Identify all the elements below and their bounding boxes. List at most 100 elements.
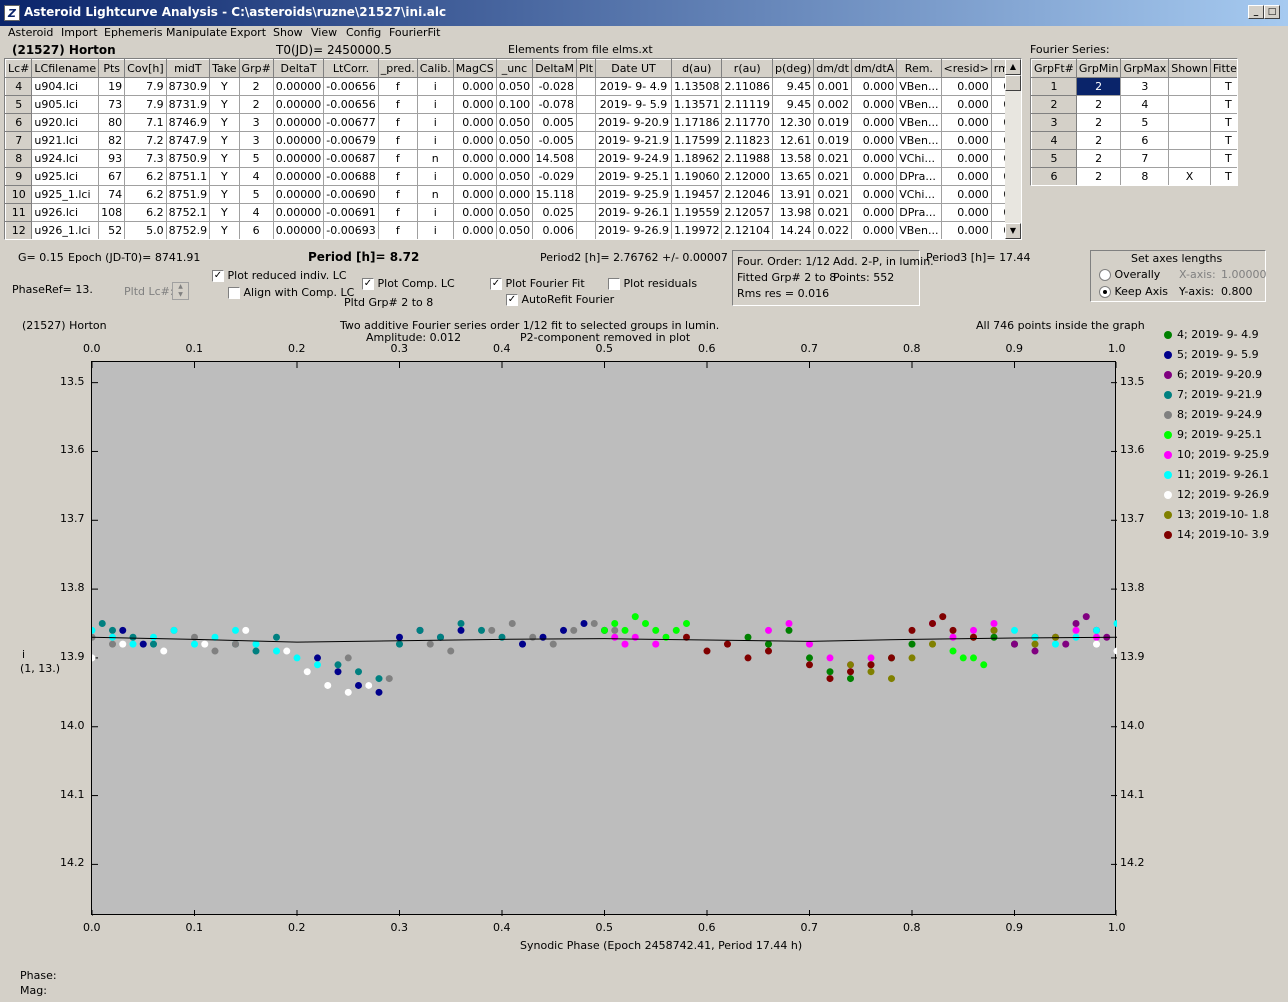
lc-cell[interactable]: i bbox=[416, 221, 454, 239]
lc-cell[interactable]: 0.000 bbox=[940, 131, 992, 150]
lc-cell[interactable]: 0.000 bbox=[940, 203, 992, 222]
lc-cell[interactable]: 7.9 bbox=[124, 77, 167, 96]
lc-col-header[interactable]: LCfilename bbox=[31, 59, 100, 78]
lc-cell[interactable]: 0.050 bbox=[495, 221, 534, 239]
fourier-cell[interactable]: T bbox=[1209, 131, 1237, 150]
lc-cell[interactable]: u925_1.lci bbox=[31, 185, 100, 204]
lc-cell[interactable]: 0.050 bbox=[495, 167, 534, 186]
lc-cell[interactable]: 0.000 bbox=[452, 95, 497, 114]
fourier-col-header[interactable]: GrpMin bbox=[1075, 59, 1122, 78]
lc-cell[interactable]: Y bbox=[209, 185, 240, 204]
lc-cell[interactable]: 2.12104 bbox=[721, 221, 773, 239]
lc-cell[interactable]: 0.00000 bbox=[272, 203, 325, 222]
keep-axis-radio[interactable]: Keep Axis bbox=[1099, 285, 1168, 298]
lc-cell[interactable]: 0.000 bbox=[452, 185, 497, 204]
lc-cell[interactable]: VBen... bbox=[896, 95, 942, 114]
fourier-cell[interactable] bbox=[1168, 113, 1211, 132]
menu-export[interactable]: Export bbox=[230, 26, 266, 39]
fourier-cell[interactable] bbox=[1168, 95, 1211, 114]
plot-reduced-checkbox[interactable]: ✓ Plot reduced indiv. LC bbox=[212, 269, 347, 282]
lc-cell[interactable]: 0.006 bbox=[532, 221, 578, 239]
lc-cell[interactable] bbox=[576, 167, 597, 186]
lc-cell[interactable]: Y bbox=[209, 95, 240, 114]
lc-cell[interactable] bbox=[576, 221, 597, 239]
lc-col-header[interactable]: MagCS bbox=[452, 59, 497, 78]
lc-cell[interactable]: u924.lci bbox=[31, 149, 100, 168]
lc-col-header[interactable]: Calib. bbox=[416, 59, 454, 78]
lc-cell[interactable]: 52 bbox=[98, 221, 126, 239]
lc-cell[interactable]: 0.000 bbox=[452, 149, 497, 168]
lc-cell[interactable]: i bbox=[416, 131, 454, 150]
lc-cell[interactable]: 7.2 bbox=[124, 131, 167, 150]
lc-cell[interactable]: 0.021 bbox=[813, 167, 852, 186]
lc-cell[interactable]: 7.1 bbox=[124, 113, 167, 132]
lc-cell[interactable]: 2019- 9-20.9 bbox=[595, 113, 672, 132]
lc-cell[interactable]: 0.000 bbox=[850, 203, 898, 222]
lc-col-header[interactable]: Plt bbox=[576, 59, 597, 78]
lc-cell[interactable]: Y bbox=[209, 203, 240, 222]
minimize-button[interactable]: _ bbox=[1248, 5, 1264, 19]
lc-cell[interactable]: 2 bbox=[238, 95, 274, 114]
fourier-table-row[interactable]: 224T bbox=[1031, 95, 1237, 114]
lc-cell[interactable]: 0.050 bbox=[495, 77, 534, 96]
lc-cell[interactable]: 4 bbox=[238, 167, 274, 186]
lc-cell[interactable]: 1.19972 bbox=[670, 221, 723, 239]
lc-cell[interactable]: 19 bbox=[98, 77, 126, 96]
lc-table-row[interactable]: 11 u926.lci 108 6.2 8752.1 Y 4 0.00000 -0.00691 f… bbox=[5, 203, 1021, 222]
lc-cell[interactable]: u925.lci bbox=[31, 167, 100, 186]
lc-cell[interactable]: VBen... bbox=[896, 221, 942, 239]
lc-cell[interactable]: Y bbox=[209, 167, 240, 186]
fourier-table-row[interactable]: 628XT bbox=[1031, 167, 1237, 185]
plot-residuals-checkbox[interactable]: Plot residuals bbox=[608, 277, 697, 290]
lc-cell[interactable]: 13.98 bbox=[771, 203, 815, 222]
menu-show[interactable]: Show bbox=[273, 26, 303, 39]
fourier-row-header[interactable]: 3 bbox=[1031, 113, 1077, 132]
fourier-table-row[interactable]: 527 T bbox=[1031, 149, 1237, 168]
lc-cell[interactable]: 1.17186 bbox=[670, 113, 723, 132]
lc-cell[interactable]: Y bbox=[209, 149, 240, 168]
lc-cell[interactable]: DPra... bbox=[896, 203, 942, 222]
lc-cell[interactable]: 82 bbox=[98, 131, 126, 150]
lc-cell[interactable]: 0.000 bbox=[940, 113, 992, 132]
lc-col-header[interactable]: <resid> bbox=[940, 59, 992, 78]
lc-row-header[interactable]: 9 bbox=[5, 167, 33, 186]
lc-cell[interactable]: 12.30 bbox=[771, 113, 815, 132]
fourier-cell[interactable]: 6 bbox=[1120, 131, 1170, 150]
fourier-row-header[interactable]: 1 bbox=[1031, 77, 1077, 96]
lc-cell[interactable]: 1.18962 bbox=[670, 149, 723, 168]
lc-cell[interactable]: -0.00690 bbox=[323, 185, 379, 204]
fourier-col-header[interactable]: Shown bbox=[1168, 59, 1211, 78]
lc-cell[interactable]: 0.050 bbox=[495, 131, 534, 150]
fourier-col-header[interactable]: GrpMax bbox=[1120, 59, 1170, 78]
lc-cell[interactable]: -0.00687 bbox=[323, 149, 379, 168]
lc-cell[interactable]: 2019- 9- 4.9 bbox=[595, 77, 672, 96]
lc-cell[interactable]: Y bbox=[209, 131, 240, 150]
lc-cell[interactable] bbox=[576, 95, 597, 114]
lc-cell[interactable]: 12.61 bbox=[771, 131, 815, 150]
lc-cell[interactable]: 1.19457 bbox=[670, 185, 723, 204]
lc-cell[interactable]: 8731.9 bbox=[165, 95, 211, 114]
fourier-cell[interactable]: T bbox=[1209, 95, 1237, 114]
x-axis-value[interactable]: 1.00000 bbox=[1221, 268, 1267, 281]
fourier-cell[interactable] bbox=[1168, 77, 1211, 96]
lc-cell[interactable]: 93 bbox=[98, 149, 126, 168]
fourier-col-header[interactable]: Fitted bbox=[1209, 59, 1237, 78]
lc-col-header[interactable]: dm/dt bbox=[813, 59, 852, 78]
lc-cell[interactable]: 2019- 9-25.1 bbox=[595, 167, 672, 186]
lc-cell[interactable]: 13.58 bbox=[771, 149, 815, 168]
lc-cell[interactable]: 2.12000 bbox=[721, 167, 773, 186]
plot-fourier-checkbox[interactable]: ✓ Plot Fourier Fit bbox=[490, 277, 585, 290]
lc-cell[interactable]: 0.000 bbox=[452, 77, 497, 96]
lc-cell[interactable]: n bbox=[416, 149, 454, 168]
lc-cell[interactable]: 0.00000 bbox=[272, 77, 325, 96]
lc-cell[interactable]: f bbox=[377, 203, 418, 222]
lc-cell[interactable]: u920.lci bbox=[31, 113, 100, 132]
lc-cell[interactable]: 5 bbox=[238, 149, 274, 168]
menu-import[interactable]: Import bbox=[61, 26, 98, 39]
lc-cell[interactable]: f bbox=[377, 167, 418, 186]
lc-cell[interactable]: 14.24 bbox=[771, 221, 815, 239]
align-checkbox[interactable]: Align with Comp. LC bbox=[228, 286, 354, 299]
lc-cell[interactable]: 13.91 bbox=[771, 185, 815, 204]
lc-cell[interactable]: 108 bbox=[98, 203, 126, 222]
lc-cell[interactable]: -0.028 bbox=[532, 77, 578, 96]
